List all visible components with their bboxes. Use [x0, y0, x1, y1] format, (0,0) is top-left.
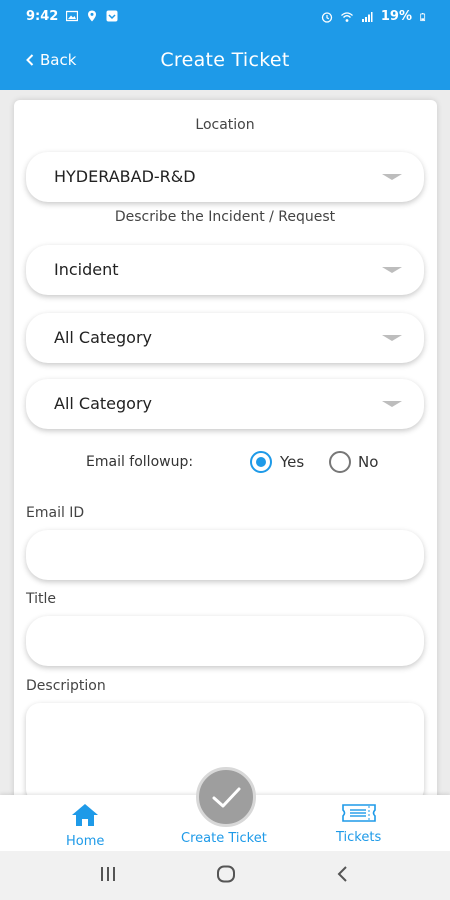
home-nav-icon[interactable]: [216, 865, 236, 883]
email-label: Email ID: [26, 505, 85, 521]
dropdown-arrow-icon: [382, 401, 402, 407]
tab-tickets[interactable]: Tickets: [336, 803, 381, 845]
status-icons-left: [66, 10, 118, 22]
request-type-select[interactable]: Incident: [26, 245, 424, 295]
page-title: Create Ticket: [160, 49, 290, 71]
followup-no-label: No: [358, 453, 379, 471]
tab-home-label: Home: [66, 834, 105, 849]
describe-label: Describe the Incident / Request: [114, 209, 336, 225]
request-type-value: Incident: [54, 260, 119, 279]
followup-no-radio[interactable]: [329, 451, 351, 473]
system-nav-bar: [0, 851, 450, 900]
home-icon: [72, 804, 99, 826]
subcategory-select[interactable]: All Category: [26, 379, 424, 429]
category-select[interactable]: All Category: [26, 313, 424, 363]
title-input[interactable]: [26, 616, 424, 666]
location-select[interactable]: HYDERABAD-R&D: [26, 152, 424, 202]
app-header: Back Create Ticket: [0, 34, 450, 90]
status-icons-right: 19%: [321, 9, 428, 24]
battery-percent: 19%: [380, 9, 412, 24]
image-icon: [66, 10, 78, 22]
alarm-icon: [321, 11, 333, 23]
tab-create-label: Create Ticket: [181, 831, 267, 846]
tab-home[interactable]: Home: [66, 803, 104, 849]
dropdown-arrow-icon: [382, 174, 402, 180]
app-icon: [106, 10, 118, 22]
email-followup-label: Email followup:: [86, 454, 194, 470]
dropdown-arrow-icon: [382, 335, 402, 341]
followup-yes-label: Yes: [280, 453, 305, 471]
tab-create-ticket[interactable]: Create Ticket: [181, 831, 267, 846]
recent-apps-icon[interactable]: [99, 865, 117, 883]
location-value: HYDERABAD-R&D: [54, 167, 196, 186]
location-icon: [88, 10, 96, 22]
ticket-icon: [341, 804, 376, 822]
signal-icon: [361, 11, 373, 22]
email-input[interactable]: [26, 530, 424, 580]
battery-icon: [420, 12, 426, 21]
status-time: 9:42: [26, 9, 59, 24]
description-label: Description: [26, 678, 106, 694]
submit-ticket-button[interactable]: [196, 767, 256, 827]
status-bar: 9:42 19%: [0, 0, 450, 34]
location-label: Location: [195, 117, 255, 133]
back-nav-icon[interactable]: [336, 865, 348, 883]
wifi-icon: [340, 11, 353, 22]
tab-tickets-label: Tickets: [336, 830, 382, 845]
followup-yes-radio[interactable]: [250, 451, 272, 473]
dropdown-arrow-icon: [382, 267, 402, 273]
category-value: All Category: [54, 328, 153, 347]
subcategory-value: All Category: [54, 394, 153, 413]
check-icon: [212, 787, 241, 808]
email-followup-row: Email followup: Yes No: [0, 451, 450, 473]
title-label: Title: [26, 591, 57, 607]
